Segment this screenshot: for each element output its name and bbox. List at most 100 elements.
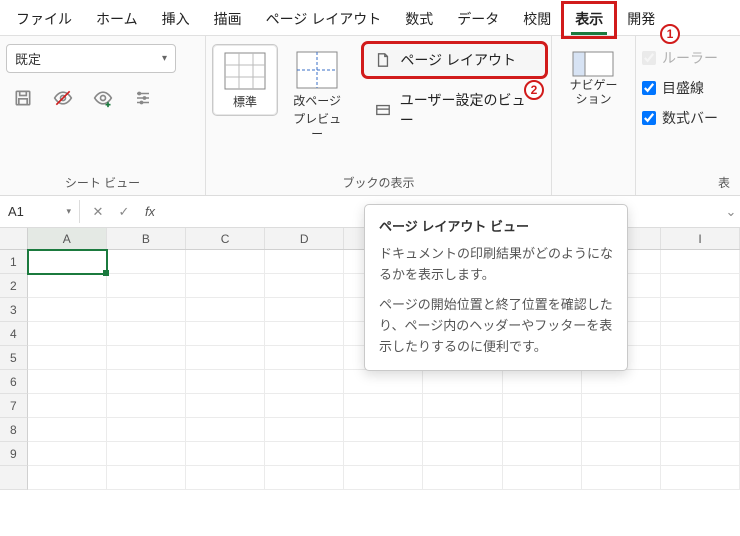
row-header[interactable]: 9 — [0, 442, 28, 466]
cell[interactable] — [661, 274, 740, 298]
col-header[interactable]: D — [265, 228, 344, 249]
cell[interactable] — [661, 346, 740, 370]
cell[interactable] — [265, 418, 344, 442]
row-header[interactable] — [0, 466, 28, 490]
cell[interactable] — [186, 418, 265, 442]
formula-bar-checkbox[interactable]: 数式バー — [642, 108, 718, 128]
cell[interactable] — [582, 394, 661, 418]
cell[interactable] — [265, 250, 344, 274]
tab-view[interactable]: 表示 — [563, 3, 615, 37]
tab-review[interactable]: 校閲 — [511, 3, 563, 37]
eye-off-icon[interactable] — [52, 87, 74, 109]
cell[interactable] — [265, 394, 344, 418]
cell[interactable] — [28, 394, 107, 418]
cell[interactable] — [582, 418, 661, 442]
fx-icon[interactable]: fx — [140, 204, 160, 219]
cell[interactable] — [107, 418, 186, 442]
cell[interactable] — [661, 370, 740, 394]
cell[interactable] — [28, 370, 107, 394]
cell[interactable] — [28, 274, 107, 298]
cell[interactable] — [107, 442, 186, 466]
col-header[interactable]: B — [107, 228, 186, 249]
cell[interactable] — [28, 250, 107, 274]
cell[interactable] — [186, 370, 265, 394]
cell[interactable] — [265, 322, 344, 346]
cell[interactable] — [186, 322, 265, 346]
cell[interactable] — [265, 442, 344, 466]
cell[interactable] — [344, 370, 423, 394]
cell[interactable] — [423, 466, 502, 490]
tab-page-layout[interactable]: ページ レイアウト — [254, 3, 394, 37]
cell[interactable] — [423, 442, 502, 466]
row-header[interactable]: 4 — [0, 322, 28, 346]
cell[interactable] — [344, 418, 423, 442]
tab-file[interactable]: ファイル — [4, 3, 84, 37]
tab-home[interactable]: ホーム — [84, 3, 150, 37]
custom-views-button[interactable]: ユーザー設定のビュー — [364, 84, 545, 136]
navigation-button[interactable]: ナビゲー ション — [561, 44, 625, 113]
select-all-corner[interactable] — [0, 228, 28, 249]
cell[interactable] — [503, 418, 582, 442]
cell[interactable] — [107, 346, 186, 370]
cell[interactable] — [107, 274, 186, 298]
cell[interactable] — [107, 322, 186, 346]
formula-bar-checkbox-input[interactable] — [642, 111, 656, 125]
row-header[interactable]: 7 — [0, 394, 28, 418]
cell[interactable] — [28, 442, 107, 466]
cell[interactable] — [186, 466, 265, 490]
col-header[interactable]: I — [661, 228, 740, 249]
cell[interactable] — [265, 346, 344, 370]
row-header[interactable]: 8 — [0, 418, 28, 442]
cell[interactable] — [344, 394, 423, 418]
cell[interactable] — [661, 442, 740, 466]
cell[interactable] — [107, 394, 186, 418]
cell[interactable] — [423, 418, 502, 442]
cell[interactable] — [344, 442, 423, 466]
cell[interactable] — [582, 442, 661, 466]
cell[interactable] — [107, 370, 186, 394]
cell[interactable] — [186, 274, 265, 298]
cell[interactable] — [28, 346, 107, 370]
tab-formulas[interactable]: 数式 — [393, 3, 445, 37]
name-box[interactable]: A1 ▾ — [0, 200, 80, 223]
tab-data[interactable]: データ — [445, 3, 511, 37]
cell[interactable] — [423, 394, 502, 418]
row-header[interactable]: 1 — [0, 250, 28, 274]
cell[interactable] — [28, 322, 107, 346]
gridlines-checkbox-input[interactable] — [642, 81, 656, 95]
cell[interactable] — [503, 466, 582, 490]
cell[interactable] — [107, 298, 186, 322]
cell[interactable] — [423, 370, 502, 394]
cell[interactable] — [186, 250, 265, 274]
cell[interactable] — [661, 418, 740, 442]
row-header[interactable]: 3 — [0, 298, 28, 322]
row-header[interactable]: 2 — [0, 274, 28, 298]
cell[interactable] — [582, 370, 661, 394]
cell[interactable] — [265, 370, 344, 394]
cell[interactable] — [503, 394, 582, 418]
cell[interactable] — [28, 466, 107, 490]
cell[interactable] — [28, 298, 107, 322]
cell[interactable] — [344, 466, 423, 490]
cell[interactable] — [661, 250, 740, 274]
cell[interactable] — [503, 370, 582, 394]
cell[interactable] — [265, 466, 344, 490]
cell[interactable] — [265, 274, 344, 298]
tab-draw[interactable]: 描画 — [202, 3, 254, 37]
sheet-view-dropdown[interactable]: 既定 ▾ — [6, 44, 176, 73]
options-icon[interactable] — [132, 87, 154, 109]
cell[interactable] — [265, 298, 344, 322]
eye-add-icon[interactable] — [92, 87, 114, 109]
col-header[interactable]: A — [28, 228, 107, 249]
save-icon[interactable] — [12, 87, 34, 109]
page-break-preview-button[interactable]: 改ページ プレビュー — [278, 44, 356, 147]
normal-view-button[interactable]: 標準 — [212, 44, 278, 116]
cell[interactable] — [186, 346, 265, 370]
expand-formula-bar-icon[interactable]: ⌄ — [722, 204, 740, 220]
cell[interactable] — [186, 394, 265, 418]
cell[interactable] — [107, 250, 186, 274]
cell[interactable] — [186, 298, 265, 322]
cell[interactable] — [107, 466, 186, 490]
cell[interactable] — [28, 418, 107, 442]
row-header[interactable]: 6 — [0, 370, 28, 394]
